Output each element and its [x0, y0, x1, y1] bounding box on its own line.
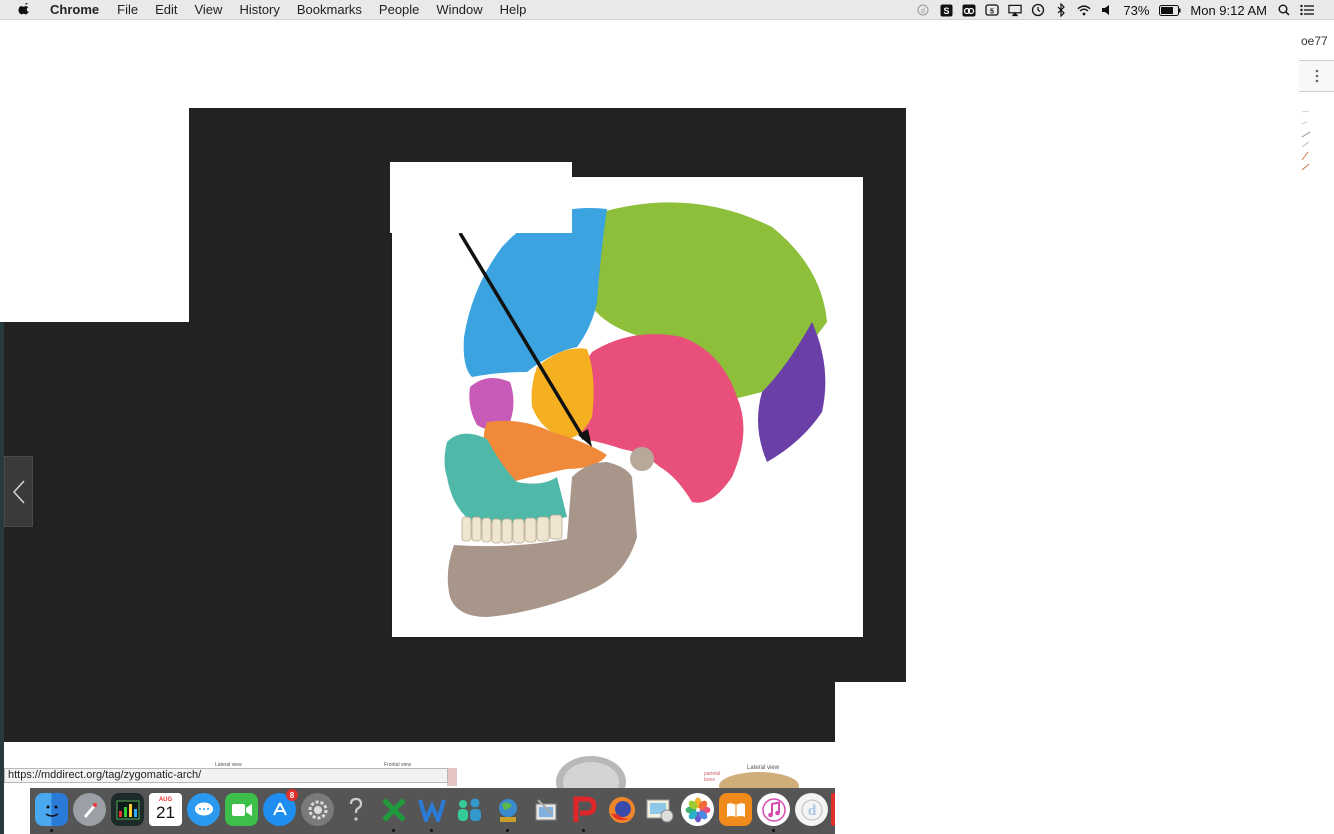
dictionary-app-icon[interactable]: d: [795, 793, 828, 826]
itunes-icon[interactable]: [757, 793, 790, 826]
dock: AUG 21 8 d: [30, 788, 835, 834]
excel-icon[interactable]: [377, 793, 410, 826]
svg-text:S: S: [943, 6, 949, 16]
word-running-dot: [430, 829, 433, 832]
pdf-running-dot: [582, 829, 585, 832]
facetime-icon[interactable]: [225, 793, 258, 826]
ibooks-icon[interactable]: [719, 793, 752, 826]
battery-percent[interactable]: 73%: [1123, 3, 1149, 18]
wifi-icon[interactable]: [1077, 3, 1091, 17]
network-running-dot: [506, 829, 509, 832]
finder-running-dot: [50, 829, 53, 832]
spotlight-search-icon[interactable]: [1277, 3, 1291, 17]
svg-text:d: d: [921, 8, 925, 15]
skype-icon[interactable]: S: [939, 3, 953, 17]
lightbox-left-panel: [0, 322, 189, 742]
skull-illustration: [444, 202, 827, 617]
thumbnail-small-label-bone: bone: [704, 777, 716, 783]
activity-monitor-icon[interactable]: [111, 793, 144, 826]
firefox-icon[interactable]: [605, 793, 638, 826]
airplay-icon[interactable]: [1008, 3, 1023, 17]
browser-tab-fragment[interactable]: oe77: [1301, 34, 1328, 48]
family-sharing-icon[interactable]: [453, 793, 486, 826]
preview-icon[interactable]: [529, 793, 562, 826]
finder-icon[interactable]: [35, 793, 68, 826]
thumbnail-label-lateral-2: Lateral view: [747, 765, 780, 771]
mandible-condyle: [630, 447, 654, 471]
browser-menu-button[interactable]: [1299, 60, 1334, 92]
creative-cloud-icon[interactable]: [962, 3, 976, 17]
photo-viewer-icon[interactable]: [643, 793, 676, 826]
apple-icon[interactable]: [18, 2, 32, 17]
menu-bookmarks[interactable]: Bookmarks: [297, 2, 362, 17]
itunes-running-dot: [772, 829, 775, 832]
hidden-label-box: [390, 162, 572, 233]
excel-running-dot: [392, 829, 395, 832]
menu-history[interactable]: History: [239, 2, 279, 17]
network-globe-icon[interactable]: [491, 793, 524, 826]
page-content-fragment: [1301, 110, 1311, 171]
screen-recorder-icon[interactable]: 5: [985, 3, 1000, 17]
status-menus: d S 5 73% Mon 9:12 AM: [916, 0, 1334, 20]
messages-icon[interactable]: [187, 793, 220, 826]
chevron-left-icon: [12, 479, 25, 504]
link-status-bubble: https://mddirect.org/tag/zygomatic-arch/: [4, 768, 448, 783]
calendar-day: 21: [156, 803, 175, 822]
kebab-menu-icon: [1315, 69, 1318, 83]
menu-window[interactable]: Window: [436, 2, 482, 17]
partial-dock-app-icon[interactable]: [831, 793, 835, 826]
skull-lateral-image[interactable]: [392, 177, 863, 637]
notification-center-icon[interactable]: [1300, 3, 1314, 17]
pdf-expert-icon[interactable]: [567, 793, 600, 826]
menu-view[interactable]: View: [194, 2, 222, 17]
help-icon[interactable]: [339, 793, 372, 826]
system-preferences-icon[interactable]: [301, 793, 334, 826]
browser-window-sliver: oe77: [1299, 30, 1334, 190]
time-machine-icon[interactable]: [1031, 3, 1045, 17]
word-icon[interactable]: [415, 793, 448, 826]
menu-app-name[interactable]: Chrome: [50, 2, 99, 17]
menu-people[interactable]: People: [379, 2, 419, 17]
menu-clock[interactable]: Mon 9:12 AM: [1190, 3, 1267, 18]
calendar-icon[interactable]: AUG 21: [149, 793, 182, 826]
previous-image-button[interactable]: [4, 456, 33, 527]
battery-icon[interactable]: [1159, 3, 1181, 17]
bluetooth-icon[interactable]: [1054, 3, 1068, 17]
svg-text:5: 5: [990, 8, 994, 15]
menu-bar: Chrome File Edit View History Bookmarks …: [0, 0, 1334, 20]
app-store-icon[interactable]: 8: [263, 789, 298, 826]
menu-help[interactable]: Help: [500, 2, 527, 17]
svg-text:d: d: [807, 803, 816, 819]
launchpad-icon[interactable]: [73, 793, 106, 826]
app-store-update-badge: 8: [286, 789, 298, 801]
volume-icon[interactable]: [1100, 3, 1114, 17]
photos-icon[interactable]: [681, 793, 714, 826]
dictionary-menu-icon[interactable]: d: [916, 3, 930, 17]
menu-file[interactable]: File: [117, 2, 138, 17]
lightbox-lower-panel: [189, 682, 835, 742]
menu-edit[interactable]: Edit: [155, 2, 177, 17]
